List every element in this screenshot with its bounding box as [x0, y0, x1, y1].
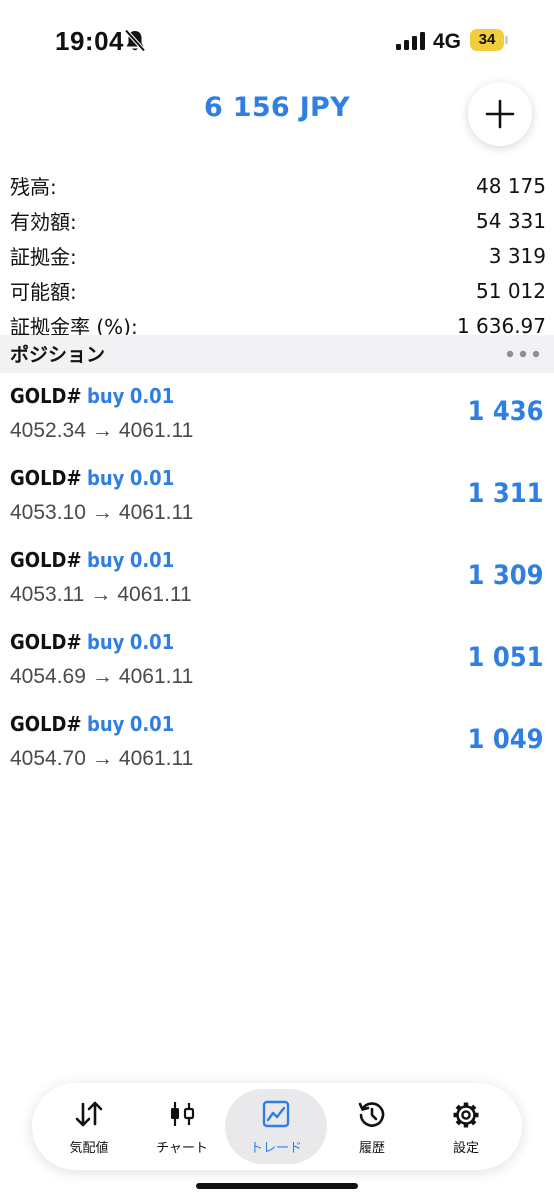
position-side: buy — [86, 466, 125, 490]
tab-settings[interactable]: 設定 — [417, 1089, 515, 1164]
current-price: 4061.11 — [118, 501, 194, 524]
status-bar: 19:04 4G 34 — [0, 0, 554, 84]
position-symbol: GOLD# — [10, 630, 82, 654]
position-row[interactable]: GOLD# buy 0.01 4054.69 → 4061.11 1 051 — [0, 620, 554, 702]
status-time: 19:04 — [55, 26, 124, 56]
position-profit: 1 051 — [467, 642, 544, 673]
positions-section-header: ポジション — [0, 335, 554, 373]
arrows-up-down-icon — [75, 1101, 103, 1127]
tab-label: 気配値 — [69, 1141, 109, 1156]
position-row[interactable]: GOLD# buy 0.01 4053.10 → 4061.11 1 311 — [0, 456, 554, 538]
position-title: GOLD# buy 0.01 — [10, 466, 174, 490]
summary-value: 3 319 — [488, 243, 546, 268]
position-row[interactable]: GOLD# buy 0.01 4054.70 → 4061.11 1 049 — [0, 702, 554, 784]
account-summary: 残高: 48 175 有効額: 54 331 証拠金: 3 319 可能額: 5… — [10, 168, 546, 343]
candlestick-icon — [171, 1102, 195, 1126]
positions-list: GOLD# buy 0.01 4052.34 → 4061.11 1 436 GOLD#… — [0, 374, 554, 784]
tab-label: チャート — [156, 1141, 208, 1156]
open-price: 4054.69 — [10, 665, 86, 688]
position-prices: 4052.34 → 4061.11 — [10, 419, 193, 443]
current-price: 4061.11 — [118, 419, 194, 442]
position-profit: 1 436 — [467, 396, 544, 427]
position-symbol: GOLD# — [10, 384, 82, 408]
summary-row-equity: 有効額: 54 331 — [10, 203, 546, 238]
current-price: 4061.11 — [118, 747, 194, 770]
section-title: ポジション — [10, 344, 106, 366]
current-price: 4061.11 — [117, 583, 192, 606]
open-price: 4053.10 — [10, 501, 86, 524]
summary-row-free-margin: 可能額: 51 012 — [10, 273, 546, 308]
cellular-signal-icon — [396, 32, 425, 50]
position-symbol: GOLD# — [10, 712, 82, 736]
summary-value: 48 175 — [476, 173, 546, 198]
gear-icon — [453, 1102, 479, 1128]
summary-label: 証拠金: — [10, 245, 77, 269]
tab-label: 履歴 — [358, 1141, 385, 1156]
current-price: 4061.11 — [118, 665, 194, 688]
position-side: buy — [86, 712, 125, 736]
position-symbol: GOLD# — [10, 548, 82, 572]
position-row[interactable]: GOLD# buy 0.01 4052.34 → 4061.11 1 436 — [0, 374, 554, 456]
position-volume: 0.01 — [129, 630, 175, 654]
position-side: buy — [86, 384, 125, 408]
more-options-icon[interactable] — [506, 350, 540, 358]
position-volume: 0.01 — [129, 384, 175, 408]
tab-label: トレード — [249, 1141, 302, 1156]
bell-off-icon — [124, 29, 146, 52]
summary-label: 可能額: — [10, 280, 77, 304]
position-prices: 4053.10 → 4061.11 — [10, 501, 193, 525]
summary-value: 54 331 — [476, 208, 546, 233]
tab-history[interactable]: 履歴 — [323, 1089, 421, 1164]
battery-icon: 34 — [470, 29, 504, 51]
network-type: 4G — [433, 30, 462, 53]
new-order-button[interactable] — [468, 82, 532, 146]
price-arrow: → — [91, 747, 113, 770]
position-title: GOLD# buy 0.01 — [10, 548, 174, 572]
position-side: buy — [86, 630, 125, 654]
summary-label: 有効額: — [10, 210, 77, 234]
home-indicator[interactable] — [196, 1183, 358, 1189]
tab-trade[interactable]: トレード — [225, 1089, 327, 1164]
battery-cap — [505, 36, 508, 44]
open-price: 4054.70 — [10, 747, 86, 770]
position-side: buy — [86, 548, 125, 572]
position-volume: 0.01 — [129, 712, 175, 736]
summary-row-margin: 証拠金: 3 319 — [10, 238, 546, 273]
position-profit: 1 049 — [467, 724, 544, 755]
position-symbol: GOLD# — [10, 466, 82, 490]
position-profit: 1 311 — [467, 478, 544, 509]
position-volume: 0.01 — [129, 466, 175, 490]
position-prices: 4054.69 → 4061.11 — [10, 665, 193, 689]
summary-value: 1 636.97 — [456, 313, 546, 338]
history-icon — [358, 1102, 385, 1127]
tab-label: 設定 — [452, 1141, 479, 1156]
price-arrow: → — [91, 419, 113, 442]
summary-label: 残高: — [10, 175, 57, 199]
price-arrow: → — [91, 501, 113, 524]
position-title: GOLD# buy 0.01 — [10, 630, 174, 654]
plus-icon — [485, 99, 515, 129]
position-prices: 4053.11 → 4061.11 — [10, 583, 192, 607]
price-arrow: → — [90, 583, 112, 606]
position-prices: 4054.70 → 4061.11 — [10, 747, 193, 771]
position-title: GOLD# buy 0.01 — [10, 712, 174, 736]
summary-value: 51 012 — [476, 278, 546, 303]
position-title: GOLD# buy 0.01 — [10, 384, 174, 408]
position-row[interactable]: GOLD# buy 0.01 4053.11 → 4061.11 1 309 — [0, 538, 554, 620]
bottom-tab-bar: 気配値 チャート トレード 履歴 設定 — [32, 1083, 522, 1170]
open-price: 4052.34 — [10, 419, 86, 442]
summary-row-balance: 残高: 48 175 — [10, 168, 546, 203]
tab-chart[interactable]: チャート — [133, 1089, 231, 1164]
tab-quotes[interactable]: 気配値 — [40, 1089, 138, 1164]
position-profit: 1 309 — [467, 560, 544, 591]
trade-chart-icon — [262, 1100, 290, 1128]
position-volume: 0.01 — [129, 548, 175, 572]
price-arrow: → — [91, 665, 113, 688]
open-price: 4053.11 — [10, 583, 85, 606]
